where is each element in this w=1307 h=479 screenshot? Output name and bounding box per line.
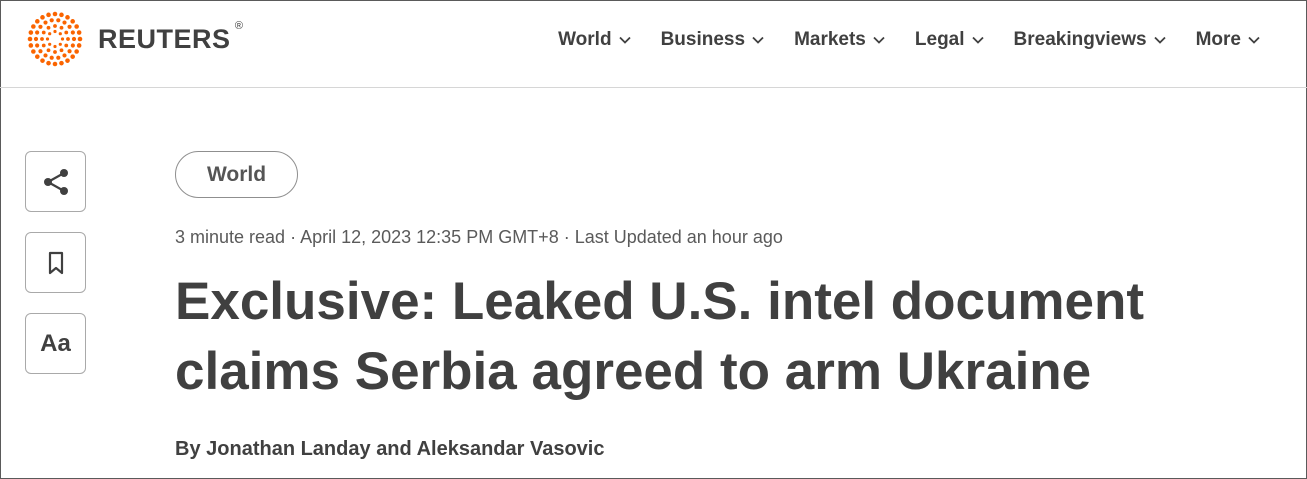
text-size-label: Aa — [40, 329, 71, 357]
chevron-down-icon — [618, 36, 631, 44]
nav-item-legal[interactable]: Legal — [915, 29, 985, 51]
logo-wordmark-text: REUTERS — [98, 23, 231, 54]
bookmark-button[interactable] — [25, 232, 86, 293]
reuters-dot-globe-icon — [27, 11, 83, 67]
chevron-down-icon — [752, 36, 764, 44]
bookmark-icon — [48, 251, 63, 274]
logo-wordmark: REUTERS ® — [98, 20, 243, 55]
article-meta: 3 minute read · April 12, 2023 12:35 PM … — [175, 227, 783, 247]
nav-item-label: Business — [660, 29, 746, 50]
chevron-down-icon — [1153, 36, 1166, 44]
nav-item-more[interactable]: More — [1196, 29, 1261, 51]
category-tag-world[interactable]: World — [175, 151, 298, 198]
author-link[interactable]: Aleksandar Vasovic — [417, 438, 605, 460]
nav-item-world[interactable]: World — [558, 29, 631, 51]
share-icon — [43, 168, 68, 195]
chevron-down-icon — [873, 36, 885, 44]
nav-item-markets[interactable]: Markets — [794, 29, 886, 51]
reuters-logo[interactable]: REUTERS ® — [24, 11, 243, 67]
nav-item-label: More — [1195, 29, 1241, 50]
nav-item-business[interactable]: Business — [661, 29, 765, 51]
nav-item-breakingviews[interactable]: Breakingviews — [1014, 29, 1167, 51]
registered-mark: ® — [234, 19, 244, 32]
author-link[interactable]: Jonathan Landay — [206, 438, 370, 460]
chevron-down-icon — [1248, 36, 1260, 44]
chevron-down-icon — [971, 36, 984, 44]
nav-item-label: World — [558, 29, 612, 50]
nav-item-label: Breakingviews — [1013, 29, 1147, 50]
site-header: REUTERS ® World Business Markets Legal Br… — [0, 0, 1307, 88]
category-tag-label: World — [206, 162, 267, 186]
text-size-button[interactable]: Aa — [25, 313, 86, 374]
byline: By Jonathan Landay and Aleksandar Vasovi… — [175, 438, 604, 461]
byline-conjunction: and — [376, 438, 412, 460]
nav-item-label: Legal — [914, 29, 965, 50]
byline-prefix: By — [175, 438, 201, 460]
article-headline: Exclusive: Leaked U.S. intel document cl… — [175, 272, 1145, 401]
nav-item-label: Markets — [794, 29, 866, 50]
share-button[interactable] — [25, 151, 86, 212]
main-nav: World Business Markets Legal Breakingvie… — [558, 24, 1261, 56]
